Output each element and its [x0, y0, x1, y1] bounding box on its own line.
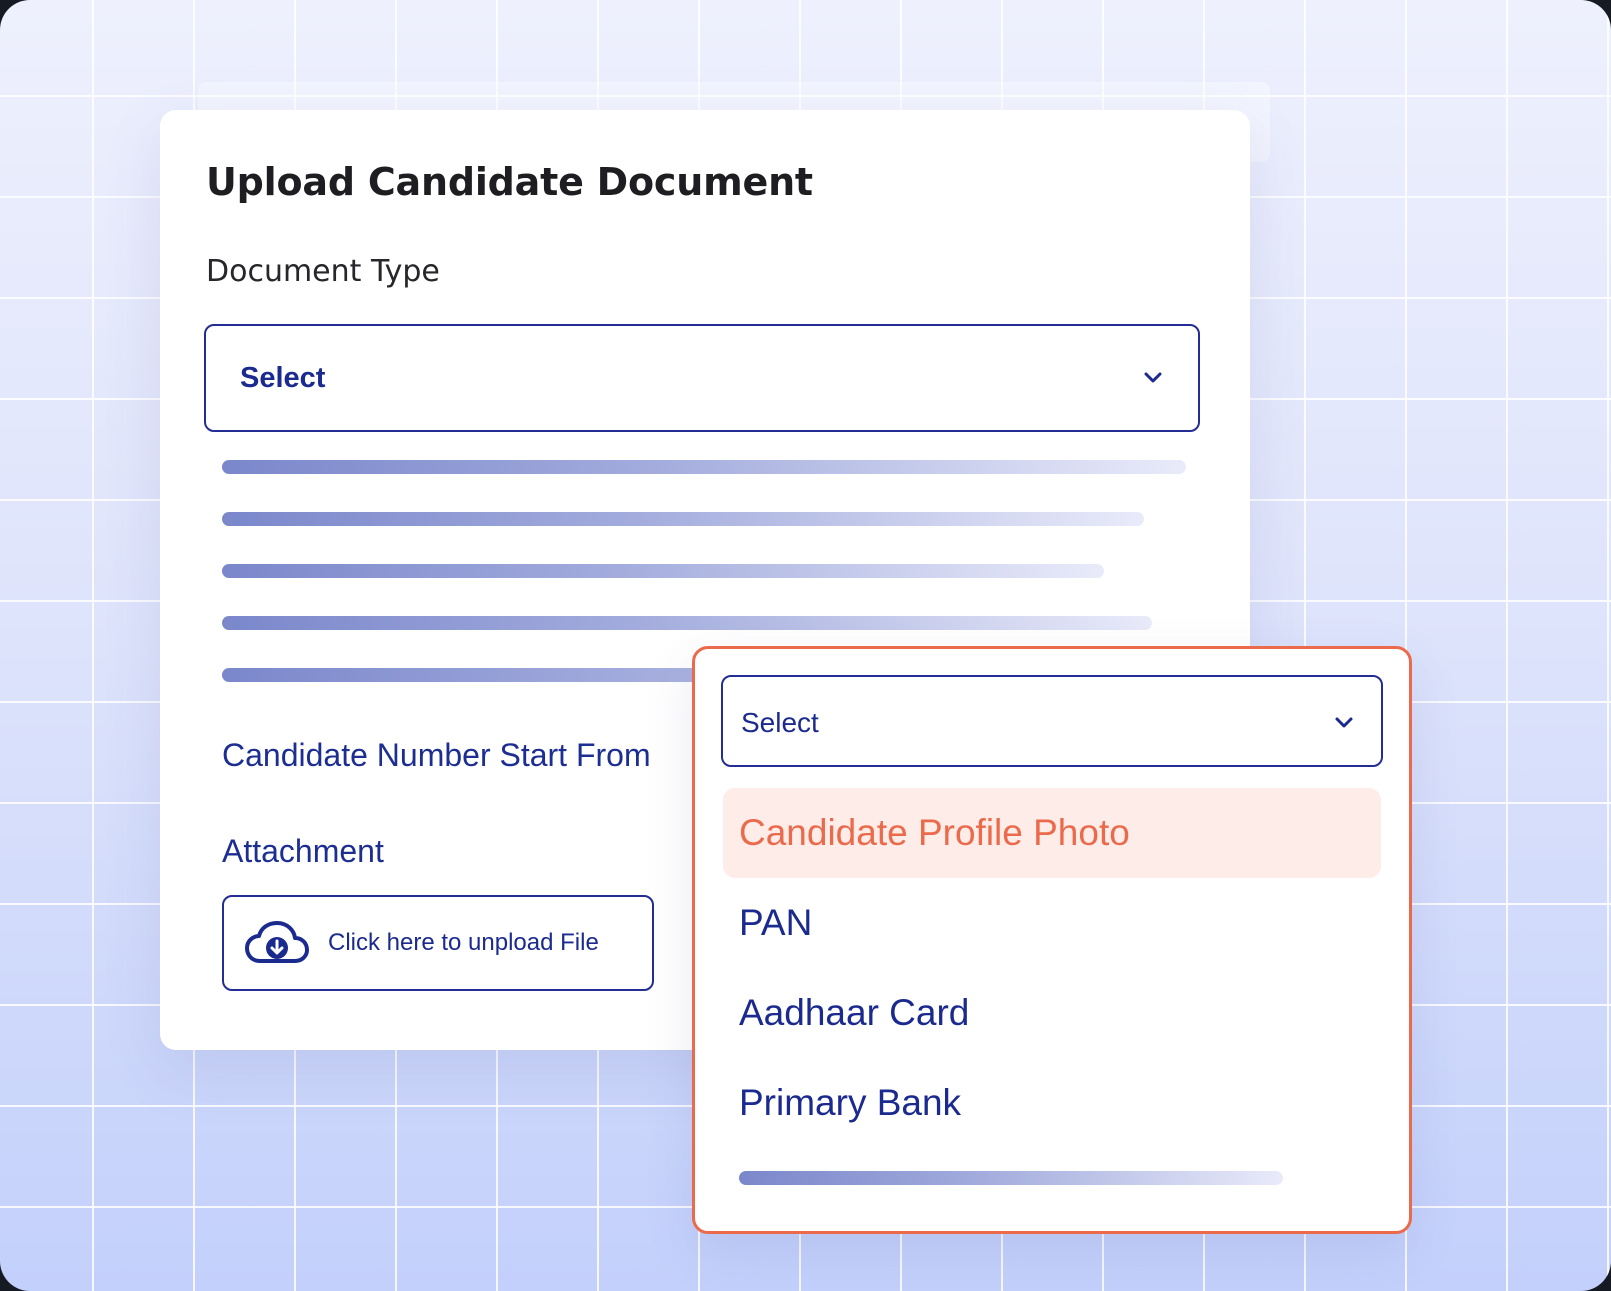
document-type-label: Document Type: [206, 254, 440, 289]
chevron-down-icon: [1335, 717, 1353, 728]
dropdown-option-label: Aadhaar Card: [739, 992, 970, 1033]
dropdown-option-label: Candidate Profile Photo: [739, 812, 1130, 853]
dropdown-option-primary-bank[interactable]: Primary Bank: [723, 1058, 1381, 1148]
dropdown-option-pan[interactable]: PAN: [723, 878, 1381, 968]
placeholder-line: [222, 512, 1144, 526]
cloud-download-icon: [245, 921, 309, 963]
dropdown-select[interactable]: Select: [721, 675, 1383, 767]
chevron-down-icon: [1144, 372, 1162, 383]
dropdown-option-label: Primary Bank: [739, 1082, 962, 1123]
document-type-dropdown: Select Candidate Profile Photo PAN Aadha…: [692, 646, 1412, 1234]
dropdown-option-candidate-profile-photo[interactable]: Candidate Profile Photo: [723, 788, 1381, 878]
placeholder-line: [739, 1171, 1283, 1185]
dropdown-select-value: Select: [741, 707, 819, 738]
placeholder-line: [222, 460, 1186, 474]
document-type-select-value: Select: [240, 362, 326, 394]
upload-file-button[interactable]: Click here to unpload File: [222, 895, 654, 991]
dropdown-option-label: PAN: [739, 902, 813, 943]
background-canvas: Upload Candidate Document Document Type …: [0, 0, 1611, 1291]
candidate-number-label: Candidate Number Start From: [222, 737, 651, 773]
page-title: Upload Candidate Document: [206, 160, 813, 204]
attachment-label: Attachment: [222, 833, 384, 869]
dropdown-option-aadhaar-card[interactable]: Aadhaar Card: [723, 968, 1381, 1058]
document-type-select[interactable]: Select: [204, 324, 1200, 432]
placeholder-line: [222, 616, 1152, 630]
placeholder-line: [222, 564, 1104, 578]
upload-button-label: Click here to unpload File: [328, 929, 599, 956]
